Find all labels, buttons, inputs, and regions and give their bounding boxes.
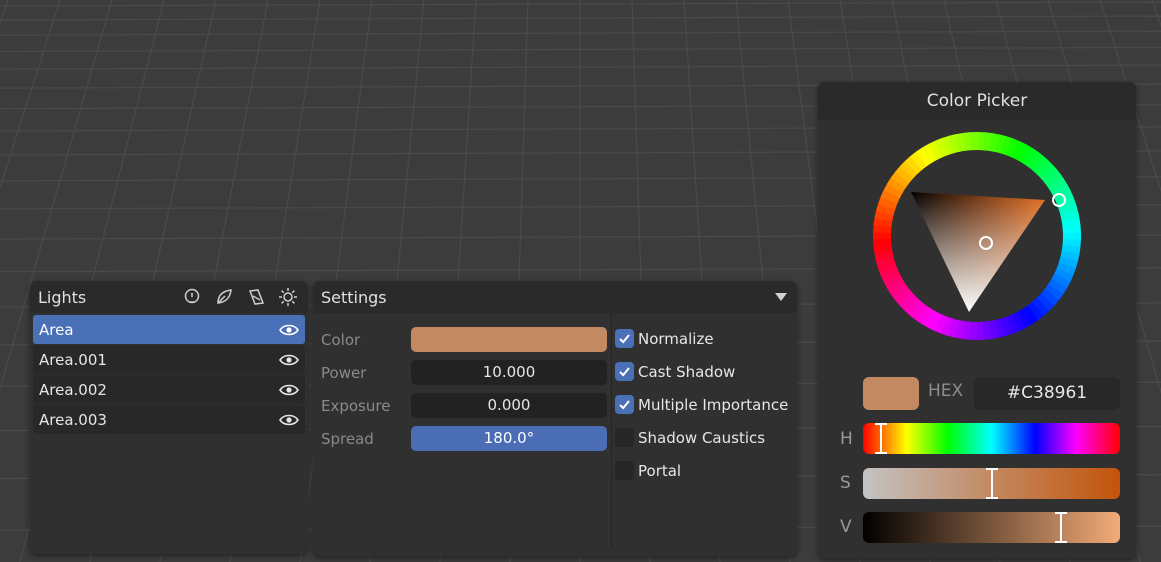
spread-slider[interactable]: 180.0° bbox=[411, 426, 607, 451]
normalize-label: Normalize bbox=[638, 329, 714, 348]
cast-shadow-label: Cast Shadow bbox=[638, 362, 736, 381]
color-picker-header: Color Picker bbox=[818, 82, 1136, 120]
column-divider bbox=[611, 313, 612, 548]
h-label: H bbox=[840, 429, 853, 449]
color-wheel[interactable] bbox=[873, 132, 1081, 340]
color-picker-title: Color Picker bbox=[926, 91, 1028, 111]
leaf-icon[interactable] bbox=[214, 287, 234, 307]
light-name: Area.002 bbox=[39, 380, 107, 399]
hue-slider[interactable] bbox=[863, 423, 1120, 454]
check-icon bbox=[619, 367, 630, 377]
portal-label: Portal bbox=[638, 461, 682, 480]
list-item[interactable]: Area.002 bbox=[33, 375, 305, 404]
lights-panel-header: Lights bbox=[30, 281, 308, 313]
settings-panel-title: Settings bbox=[321, 287, 387, 307]
value-slider[interactable] bbox=[863, 512, 1120, 543]
check-icon bbox=[619, 334, 630, 344]
multiple-importance-label: Multiple Importance bbox=[638, 395, 789, 414]
settings-panel: Settings Color Power 10.000 Exposure 0.0… bbox=[313, 281, 797, 556]
hue-slider-handle[interactable] bbox=[874, 421, 887, 456]
shadow-caustics-checkbox-row[interactable]: Shadow Caustics bbox=[615, 428, 765, 447]
v-label: V bbox=[840, 517, 852, 537]
eye-icon[interactable] bbox=[279, 383, 299, 397]
color-picker-panel: Color Picker HEX #C38961 H S V bbox=[818, 82, 1136, 558]
list-item[interactable]: Area.003 bbox=[33, 405, 305, 434]
grid-line bbox=[0, 0, 9, 25]
power-label: Power bbox=[321, 364, 367, 382]
eye-icon[interactable] bbox=[279, 353, 299, 367]
saturation-slider-handle[interactable] bbox=[985, 466, 998, 501]
checkbox[interactable] bbox=[615, 461, 634, 480]
color-field[interactable] bbox=[411, 327, 607, 352]
sv-triangle-overlay bbox=[911, 192, 1045, 312]
cast-shadow-checkbox-row[interactable]: Cast Shadow bbox=[615, 362, 735, 381]
value-slider-handle[interactable] bbox=[1054, 510, 1067, 545]
exposure-field[interactable]: 0.000 bbox=[411, 393, 607, 418]
light-list: Area Area.001 Area.002 Area.003 bbox=[30, 313, 308, 437]
exposure-label: Exposure bbox=[321, 397, 391, 415]
portal-checkbox-row[interactable]: Portal bbox=[615, 461, 681, 480]
shadow-caustics-label: Shadow Caustics bbox=[638, 428, 766, 447]
light-name: Area.001 bbox=[39, 350, 107, 369]
hex-input[interactable]: #C38961 bbox=[974, 377, 1120, 410]
hue-ring-segment bbox=[969, 132, 979, 151]
lights-panel: Lights Area Area.001 Area.002 Area.003 bbox=[30, 281, 308, 554]
eye-icon[interactable] bbox=[279, 413, 299, 427]
eye-icon[interactable] bbox=[279, 323, 299, 337]
lights-panel-title: Lights bbox=[38, 287, 87, 307]
lights-header-icons bbox=[182, 287, 300, 307]
light-probe-icon[interactable] bbox=[182, 287, 202, 307]
normalize-checkbox-row[interactable]: Normalize bbox=[615, 329, 714, 348]
checkbox[interactable] bbox=[615, 395, 634, 414]
settings-body: Color Power 10.000 Exposure 0.000 Spread… bbox=[313, 313, 797, 556]
list-item[interactable]: Area.001 bbox=[33, 345, 305, 374]
light-name: Area.003 bbox=[39, 410, 107, 429]
sun-icon[interactable] bbox=[278, 287, 298, 307]
check-icon bbox=[619, 400, 630, 410]
hex-label: HEX bbox=[928, 381, 964, 401]
chevron-down-icon[interactable] bbox=[775, 293, 787, 301]
checkbox[interactable] bbox=[615, 428, 634, 447]
multiple-importance-checkbox-row[interactable]: Multiple Importance bbox=[615, 395, 788, 414]
settings-panel-header[interactable]: Settings bbox=[313, 281, 797, 313]
saturation-slider[interactable] bbox=[863, 468, 1120, 499]
color-label: Color bbox=[321, 331, 361, 349]
light-name: Area bbox=[39, 320, 74, 339]
list-item[interactable]: Area bbox=[33, 315, 305, 344]
color-swatch[interactable] bbox=[863, 377, 919, 410]
checkbox[interactable] bbox=[615, 362, 634, 381]
power-field[interactable]: 10.000 bbox=[411, 360, 607, 385]
shade-icon[interactable] bbox=[246, 287, 266, 307]
spread-label: Spread bbox=[321, 430, 374, 448]
checkbox[interactable] bbox=[615, 329, 634, 348]
s-label: S bbox=[840, 473, 851, 493]
